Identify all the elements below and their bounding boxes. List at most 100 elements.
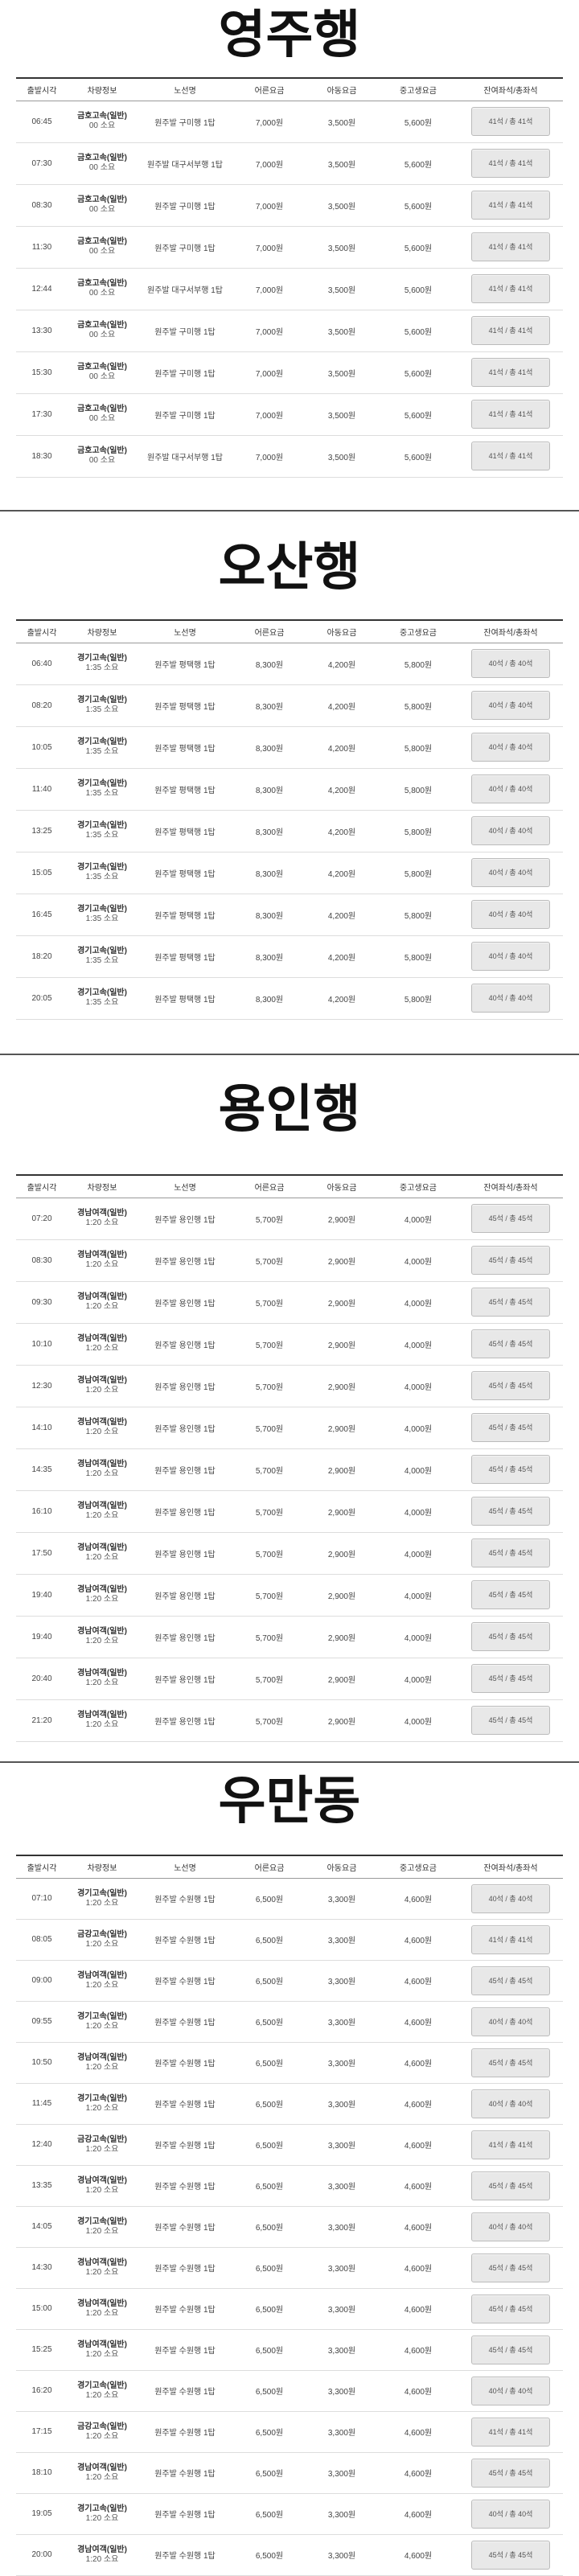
travel-duration: 00 소요 <box>88 414 116 423</box>
adult-fare: 6,500원 <box>233 2288 306 2330</box>
seat-availability-button[interactable]: 41석 / 총 41석 <box>471 149 550 178</box>
youth-fare: 5,600원 <box>378 142 458 185</box>
seat-availability-button[interactable]: 40석 / 총 40석 <box>471 2376 550 2405</box>
child-fare: 3,300원 <box>306 2493 378 2535</box>
vehicle-info: 경남여객(일반) 1:20 소요 <box>68 2165 137 2207</box>
seat-availability-button[interactable]: 40석 / 총 40석 <box>471 691 550 720</box>
seat-availability-button[interactable]: 40석 / 총 40석 <box>471 1884 550 1913</box>
seat-availability-button[interactable]: 41석 / 총 41석 <box>471 107 550 136</box>
travel-duration: 1:20 소요 <box>85 1344 119 1353</box>
seat-availability-button[interactable]: 45석 / 총 45석 <box>471 2048 550 2077</box>
bus-company: 경남여객(일반) <box>77 1460 127 1469</box>
col-route: 노선명 <box>137 1174 233 1198</box>
vehicle-info: 경기고속(일반) 1:35 소요 <box>68 894 137 936</box>
youth-fare: 4,600원 <box>378 2534 458 2576</box>
seat-availability-button[interactable]: 45석 / 총 45석 <box>471 1580 550 1609</box>
seat-availability-button[interactable]: 45석 / 총 45석 <box>471 1622 550 1651</box>
seats-cell: 41석 / 총 41석 <box>458 310 563 352</box>
seat-availability-button[interactable]: 40석 / 총 40석 <box>471 2007 550 2036</box>
table-row: 09:30 경남여객(일반) 1:20 소요 원주발 용인행 1탑 5,700원 2,90… <box>16 1281 563 1324</box>
youth-fare: 5,800원 <box>378 684 458 727</box>
travel-duration: 1:20 소요 <box>85 2513 119 2523</box>
child-fare: 2,900원 <box>306 1281 378 1324</box>
seat-availability-button[interactable]: 40석 / 총 40석 <box>471 774 550 803</box>
col-vehicle-info: 차량정보 <box>68 1174 137 1198</box>
col-seats: 잔여좌석/총좌석 <box>458 1855 563 1879</box>
seat-availability-button[interactable]: 41석 / 총 41석 <box>471 232 550 261</box>
child-fare: 3,300원 <box>306 2001 378 2043</box>
seat-availability-button[interactable]: 45석 / 총 45석 <box>471 1371 550 1400</box>
seat-availability-button[interactable]: 41석 / 총 41석 <box>471 1925 550 1954</box>
seat-availability-button[interactable]: 45석 / 총 45석 <box>471 1539 550 1567</box>
travel-duration: 1:20 소요 <box>85 2390 119 2400</box>
seat-availability-button[interactable]: 45석 / 총 45석 <box>471 1966 550 1995</box>
route-name: 원주발 수원행 1탑 <box>137 2206 233 2248</box>
vehicle-info: 금강고속(일반) 1:20 소요 <box>68 2124 137 2166</box>
seat-availability-button[interactable]: 40석 / 총 40석 <box>471 733 550 762</box>
route-name: 원주발 용인행 1탑 <box>137 1239 233 1282</box>
seat-availability-button[interactable]: 41석 / 총 41석 <box>471 274 550 303</box>
travel-duration: 1:20 소요 <box>85 1386 119 1395</box>
route-name: 원주발 수원행 1탑 <box>137 1878 233 1920</box>
seat-availability-button[interactable]: 45석 / 총 45석 <box>471 2540 550 2570</box>
seat-availability-button[interactable]: 45석 / 총 45석 <box>471 2335 550 2364</box>
seat-availability-button[interactable]: 40석 / 총 40석 <box>471 858 550 887</box>
bus-company: 경남여객(일반) <box>77 1292 127 1301</box>
seat-availability-button[interactable]: 45석 / 총 45석 <box>471 1706 550 1735</box>
seat-availability-button[interactable]: 45석 / 총 45석 <box>471 1497 550 1526</box>
vehicle-info: 경남여객(일반) 1:20 소요 <box>68 1198 137 1240</box>
seat-availability-button[interactable]: 41석 / 총 41석 <box>471 400 550 429</box>
seat-availability-button[interactable]: 45석 / 총 45석 <box>471 2294 550 2323</box>
seat-availability-button[interactable]: 45석 / 총 45석 <box>471 2458 550 2488</box>
vehicle-info: 금호고속(일반) 00 소요 <box>68 435 137 478</box>
seat-availability-button[interactable]: 45석 / 총 45석 <box>471 1455 550 1484</box>
seat-availability-button[interactable]: 41석 / 총 41석 <box>471 358 550 387</box>
youth-fare: 4,000원 <box>378 1658 458 1700</box>
bus-company: 경기고속(일반) <box>77 947 127 955</box>
bus-company: 경남여객(일반) <box>77 1251 127 1259</box>
departure-time: 14:05 <box>16 2206 68 2248</box>
seat-availability-button[interactable]: 41석 / 총 41석 <box>471 316 550 345</box>
seat-availability-button[interactable]: 45석 / 총 45석 <box>471 1664 550 1693</box>
seats-cell: 41석 / 총 41석 <box>458 1919 563 1961</box>
seat-availability-button[interactable]: 41석 / 총 41석 <box>471 2130 550 2159</box>
seat-availability-button[interactable]: 40석 / 총 40석 <box>471 2089 550 2118</box>
col-vehicle-info: 차량정보 <box>68 1855 137 1879</box>
route-name: 원주발 용인행 1탑 <box>137 1323 233 1366</box>
route-name: 원주발 수원행 1탑 <box>137 1960 233 2002</box>
vehicle-info: 금호고속(일반) 00 소요 <box>68 184 137 227</box>
timetable: 출발시각 차량정보 노선명 어른요금 아동요금 중고생요금 잔여좌석/총좌석 06:40 경기… <box>16 619 563 1020</box>
travel-duration: 1:20 소요 <box>85 1469 119 1478</box>
seat-availability-button[interactable]: 45석 / 총 45석 <box>471 2171 550 2200</box>
adult-fare: 8,300원 <box>233 810 306 853</box>
bus-company: 경남여객(일반) <box>77 2545 127 2554</box>
seat-availability-button[interactable]: 41석 / 총 41석 <box>471 191 550 220</box>
vehicle-info: 경기고속(일반) 1:35 소요 <box>68 852 137 894</box>
travel-duration: 1:20 소요 <box>85 2267 119 2277</box>
adult-fare: 6,500원 <box>233 2042 306 2084</box>
seats-cell: 45석 / 총 45석 <box>458 2165 563 2207</box>
seat-availability-button[interactable]: 41석 / 총 41석 <box>471 442 550 470</box>
seat-availability-button[interactable]: 40석 / 총 40석 <box>471 649 550 678</box>
seat-availability-button[interactable]: 45석 / 총 45석 <box>471 1246 550 1275</box>
seat-availability-button[interactable]: 45석 / 총 45석 <box>471 1413 550 1442</box>
seat-availability-button[interactable]: 45석 / 총 45석 <box>471 1288 550 1317</box>
seat-availability-button[interactable]: 40석 / 총 40석 <box>471 816 550 845</box>
seats-cell: 41석 / 총 41석 <box>458 142 563 185</box>
col-departure-time: 출발시각 <box>16 619 68 643</box>
seat-availability-button[interactable]: 40석 / 총 40석 <box>471 984 550 1013</box>
seat-availability-button[interactable]: 45석 / 총 45석 <box>471 2253 550 2282</box>
seat-availability-button[interactable]: 40석 / 총 40석 <box>471 942 550 971</box>
travel-duration: 00 소요 <box>88 289 116 298</box>
seat-availability-button[interactable]: 45석 / 총 45석 <box>471 1204 550 1233</box>
seat-availability-button[interactable]: 41석 / 총 41석 <box>471 2417 550 2447</box>
seat-availability-button[interactable]: 45석 / 총 45석 <box>471 1329 550 1358</box>
timetable: 출발시각 차량정보 노선명 어른요금 아동요금 중고생요금 잔여좌석/총좌석 06:45 금호… <box>16 77 563 478</box>
seat-availability-button[interactable]: 40석 / 총 40석 <box>471 2499 550 2529</box>
seat-availability-button[interactable]: 40석 / 총 40석 <box>471 2212 550 2241</box>
seats-cell: 41석 / 총 41석 <box>458 351 563 394</box>
route-name: 원주발 평택행 1탑 <box>137 684 233 727</box>
table-row: 14:35 경남여객(일반) 1:20 소요 원주발 용인행 1탑 5,700원 2,90… <box>16 1448 563 1491</box>
seat-availability-button[interactable]: 40석 / 총 40석 <box>471 900 550 929</box>
table-row: 16:45 경기고속(일반) 1:35 소요 원주발 평택행 1탑 8,300원 4,20… <box>16 894 563 936</box>
